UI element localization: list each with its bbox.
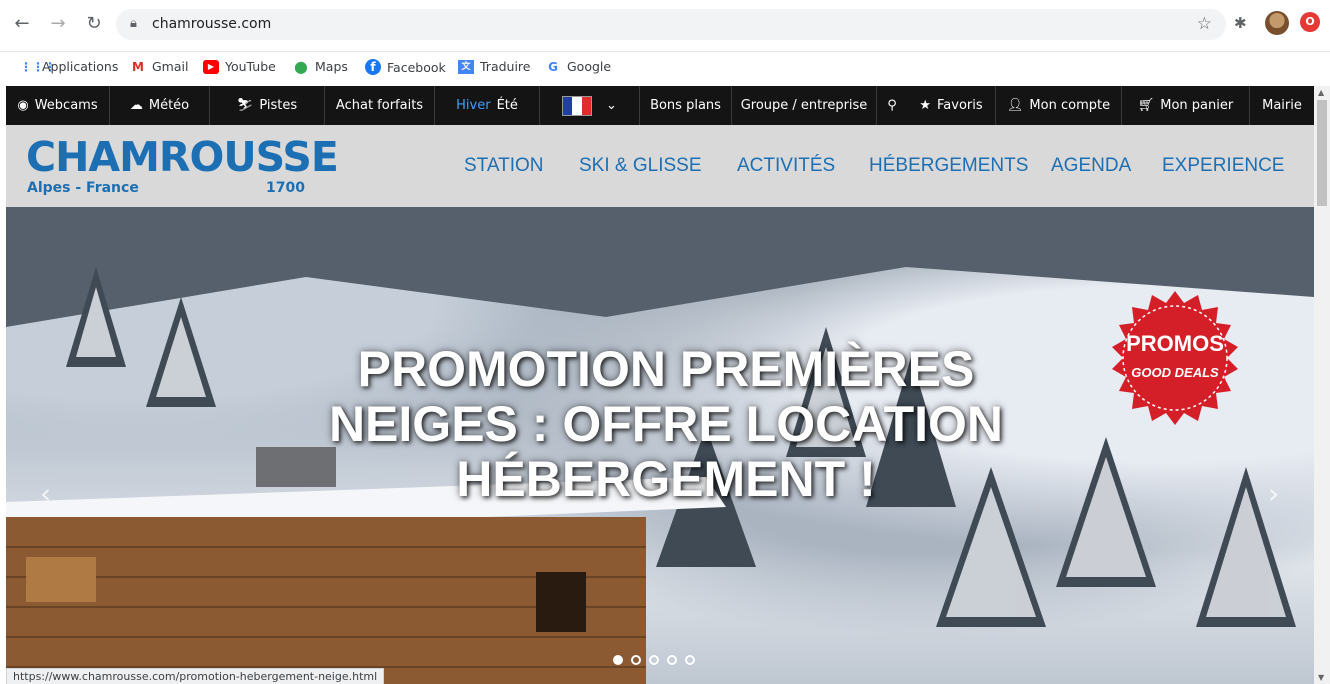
bookmark-applications[interactable]: ⋮⋮⋮ Applications [20, 59, 118, 74]
mon-panier-link[interactable]: 🛒︎ Mon panier [1122, 86, 1250, 125]
page-scrollbar[interactable]: ▲ ▼ [1314, 86, 1330, 684]
facebook-icon: f [365, 59, 381, 75]
nav-station[interactable]: STATION [464, 155, 544, 177]
browser-toolbar: ← → ↻ 🔒︎ chamrousse.com ☆ ✱ O [0, 0, 1330, 52]
season-winter[interactable]: Hiver [456, 98, 490, 113]
nav-experience[interactable]: EXPERIENCE [1162, 155, 1284, 177]
skier-icon: ⛷︎ [236, 98, 254, 113]
bookmark-star-icon[interactable]: ☆ [1197, 14, 1212, 34]
meteo-link[interactable]: ☁︎ Météo [110, 86, 210, 125]
bookmark-traduire[interactable]: 文 Traduire [458, 59, 530, 74]
back-arrow-icon[interactable]: ← [10, 12, 34, 36]
star-icon: ★ [919, 98, 931, 113]
promo-badge-line2: GOOD DEALS [1131, 365, 1219, 380]
site-topbar: ◉ Webcams ☁︎ Météo ⛷︎ Pistes Achat forfa… [6, 86, 1314, 125]
slider-dot-4[interactable] [667, 655, 677, 665]
bookmark-google[interactable]: G Google [545, 59, 611, 74]
slider-next-arrow-icon[interactable]: › [1268, 477, 1279, 510]
favoris-link[interactable]: ★ Favoris [907, 86, 996, 125]
youtube-icon: ▶ [203, 59, 219, 74]
address-bar[interactable]: 🔒︎ chamrousse.com ☆ [116, 9, 1226, 40]
nav-agenda[interactable]: AGENDA [1051, 155, 1131, 177]
achat-forfaits-link[interactable]: Achat forfaits [325, 86, 435, 125]
google-icon: G [548, 59, 558, 74]
extension-red-icon[interactable]: O [1300, 12, 1320, 32]
bookmark-facebook[interactable]: f Facebook [365, 59, 446, 75]
apps-grid-icon: ⋮⋮⋮ [20, 59, 56, 74]
hero-slider[interactable]: PROMOTION PREMIÈRES NEIGES : OFFRE LOCAT… [6, 207, 1314, 684]
webcam-icon: ◉ [17, 98, 29, 113]
slider-dot-5[interactable] [685, 655, 695, 665]
french-flag-icon [562, 95, 593, 116]
scroll-up-icon[interactable]: ▲ [1318, 88, 1324, 97]
promo-badge[interactable]: PROMOS GOOD DEALS [1103, 289, 1247, 433]
season-summer[interactable]: Été [497, 98, 518, 113]
gmail-icon: M [132, 59, 144, 74]
site-header: CHAMROUSSE Alpes - France 1700 STATION S… [6, 125, 1314, 207]
weather-icon: ☁︎ [129, 98, 143, 113]
bookmarks-bar: ⋮⋮⋮ Applications M Gmail ▶ YouTube ⬤ Map… [0, 52, 1330, 82]
bookmark-gmail[interactable]: M Gmail [130, 59, 188, 74]
scrollbar-thumb[interactable] [1317, 100, 1327, 206]
search-icon[interactable]: ⚲ [877, 86, 907, 125]
promo-seal-icon [1112, 291, 1238, 425]
groupe-entreprise-link[interactable]: Groupe / entreprise [732, 86, 877, 125]
site-logo[interactable]: CHAMROUSSE [26, 135, 339, 179]
hero-title[interactable]: PROMOTION PREMIÈRES NEIGES : OFFRE LOCAT… [326, 342, 1006, 507]
language-selector[interactable]: ⌄ [540, 86, 640, 125]
cart-icon: 🛒︎ [1137, 98, 1155, 113]
profile-avatar[interactable] [1265, 11, 1289, 35]
webcams-link[interactable]: ◉ Webcams [6, 86, 110, 125]
promo-badge-line1: PROMOS [1126, 331, 1224, 356]
extensions-puzzle-icon[interactable]: ✱ [1234, 14, 1247, 32]
scroll-down-icon[interactable]: ▼ [1318, 673, 1324, 682]
nav-ski-glisse[interactable]: SKI & GLISSE [579, 155, 702, 177]
season-switch[interactable]: Hiver Été [435, 86, 540, 125]
bons-plans-link[interactable]: Bons plans [640, 86, 732, 125]
translate-icon: 文 [458, 59, 474, 74]
maps-pin-icon: ⬤ [294, 59, 308, 74]
link-status-bar: https://www.chamrousse.com/promotion-heb… [6, 668, 385, 684]
nav-hebergements[interactable]: HÉBERGEMENTS [869, 155, 1028, 177]
slider-dot-1[interactable] [613, 655, 623, 665]
lock-icon: 🔒︎ [130, 16, 137, 31]
chevron-down-icon: ⌄ [606, 98, 617, 113]
user-icon: 👤︎ [1006, 98, 1024, 113]
url-text: chamrousse.com [152, 16, 272, 32]
logo-altitude: 1700 [266, 180, 305, 196]
bookmark-maps[interactable]: ⬤ Maps [293, 59, 348, 74]
bookmark-youtube[interactable]: ▶ YouTube [203, 59, 276, 74]
pistes-link[interactable]: ⛷︎ Pistes [210, 86, 325, 125]
nav-activites[interactable]: ACTIVITÉS [737, 155, 835, 177]
slider-dot-3[interactable] [649, 655, 659, 665]
mon-compte-link[interactable]: 👤︎ Mon compte [996, 86, 1122, 125]
mairie-link[interactable]: Mairie [1250, 86, 1314, 125]
forward-arrow-icon[interactable]: → [46, 12, 70, 36]
reload-icon[interactable]: ↻ [82, 12, 106, 36]
slider-dot-2[interactable] [631, 655, 641, 665]
slider-prev-arrow-icon[interactable]: ‹ [40, 477, 51, 510]
slider-pagination [613, 655, 695, 665]
logo-subtitle: Alpes - France [27, 180, 139, 196]
